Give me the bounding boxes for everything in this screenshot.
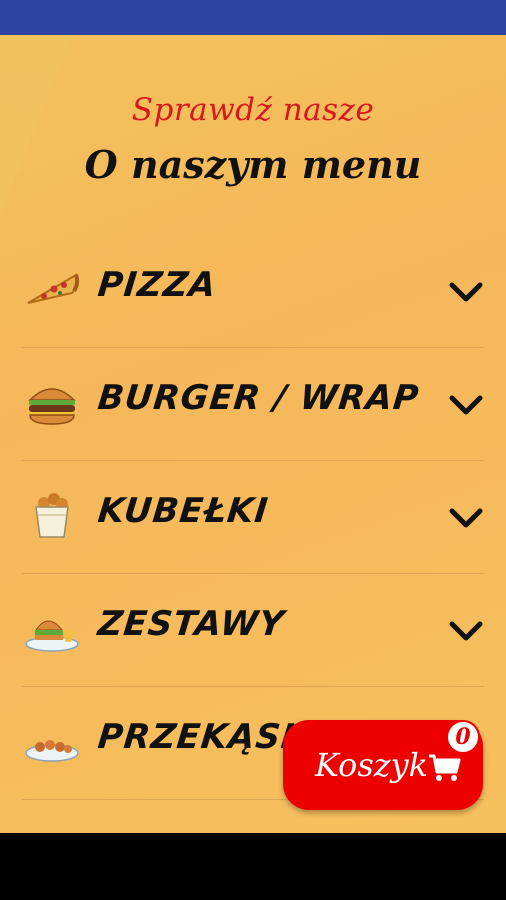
snacks-icon (25, 740, 79, 762)
category-label: PIZZA (95, 265, 219, 305)
category-zestawy[interactable]: ZESTAWY (22, 574, 484, 687)
page-title: O naszym menu (84, 142, 422, 187)
combo-meal-icon (25, 620, 79, 652)
chevron-down-icon[interactable] (448, 279, 484, 305)
status-bar (0, 0, 506, 35)
chevron-down-icon[interactable] (448, 505, 484, 531)
category-burger-wrap[interactable]: BURGER / WRAP (22, 348, 484, 461)
menu-subtitle: Sprawdź nasze (131, 92, 375, 128)
cart-icon (429, 754, 461, 781)
category-pizza[interactable]: PIZZA (22, 235, 484, 348)
category-label: ZESTAWY (95, 604, 287, 644)
main-screen: Sprawdź nasze O naszym menu PIZZA BURGER… (0, 35, 506, 833)
category-label: KUBEŁKI (95, 491, 271, 531)
category-label: BURGER / WRAP (95, 378, 422, 418)
cart-count-badge: 0 (446, 720, 480, 754)
pizza-icon (27, 273, 80, 304)
navigation-bar (0, 833, 506, 900)
cart-label: Koszyk (315, 746, 429, 784)
chevron-down-icon[interactable] (448, 392, 484, 418)
chevron-down-icon[interactable] (448, 618, 484, 644)
burger-icon (28, 388, 76, 425)
category-list: PIZZA BURGER / WRAP KUBEŁKI ZESTAWY PRZE… (22, 235, 484, 800)
bucket-icon (35, 493, 69, 538)
category-kubelki[interactable]: KUBEŁKI (22, 461, 484, 574)
